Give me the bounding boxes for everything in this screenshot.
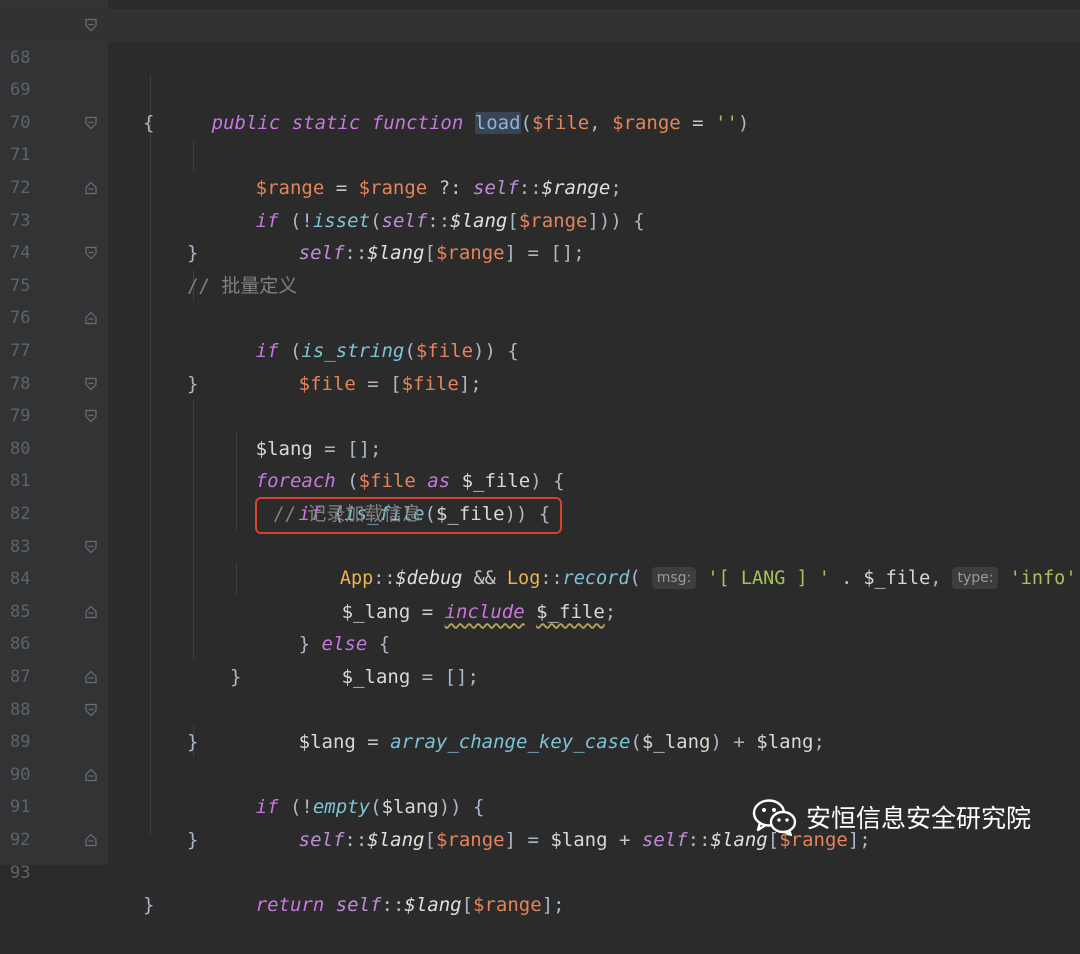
code-line[interactable]: 74 // 批量定义	[0, 205, 1080, 297]
line-number: 93	[10, 862, 31, 883]
code-line[interactable]: 72 self::$lang[$range] = [];	[0, 139, 1080, 264]
fold-open-icon[interactable]	[84, 18, 98, 32]
code-token: ];	[541, 894, 565, 917]
watermark-text: 安恒信息安全研究院	[806, 804, 1032, 833]
code-line[interactable]: 90 self::$lang[$range] = $lang + self::$…	[0, 726, 1080, 851]
fold-close-icon[interactable]	[84, 181, 98, 195]
code-line[interactable]: 70 $range = $range ?: self::$range;	[0, 74, 1080, 199]
fold-close-icon[interactable]	[84, 833, 98, 847]
fold-open-icon[interactable]	[84, 116, 98, 130]
code-line[interactable]: 87 $lang = array_change_key_case($_lang)…	[0, 628, 1080, 753]
highlight-box	[255, 497, 562, 534]
code-line[interactable]: 85 $_lang = [];	[0, 563, 1080, 688]
fold-close-icon[interactable]	[84, 670, 98, 684]
code-token: }	[143, 894, 155, 917]
fold-open-icon[interactable]	[84, 540, 98, 554]
code-line[interactable]: 77 }	[0, 302, 1080, 395]
code-line[interactable]: 68 public static function load($file, $r…	[0, 9, 1080, 134]
code-line[interactable]: 91 }	[0, 759, 1080, 851]
code-line[interactable]: 73 }	[0, 172, 1080, 264]
watermark: 安恒信息安全研究院	[752, 795, 1031, 839]
code-line[interactable]: 81 // 记录加载信息	[0, 433, 1080, 525]
fold-open-icon[interactable]	[84, 703, 98, 717]
fold-open-icon[interactable]	[84, 246, 98, 260]
code-token: self	[335, 894, 382, 917]
fold-close-icon[interactable]	[84, 605, 98, 619]
fold-open-icon[interactable]	[84, 377, 98, 391]
code-line[interactable]: 78 $lang = [];	[0, 335, 1080, 460]
fold-close-icon[interactable]	[84, 768, 98, 782]
code-token: $lang	[404, 894, 462, 917]
fold-close-icon[interactable]	[84, 311, 98, 325]
code-line[interactable]: 88 }	[0, 661, 1080, 753]
code-token: ::	[381, 894, 405, 917]
code-token: [	[461, 894, 474, 917]
code-line[interactable]: 79 foreach ($file as $_file) {	[0, 368, 1080, 492]
code-token: return	[255, 894, 325, 917]
code-line[interactable]: 71 if (!isset(self::$lang[$range])) {	[0, 107, 1080, 232]
code-editor[interactable]: 68 public static function load($file, $r…	[0, 0, 1080, 916]
code-token: $range	[473, 894, 542, 917]
wechat-icon	[752, 799, 797, 837]
code-line[interactable]: 69 {	[0, 42, 1080, 134]
code-line[interactable]: 84 } else {	[0, 531, 1080, 655]
code-line[interactable]: 76 $file = [$file];	[0, 270, 1080, 394]
code-line[interactable]: 75 if (is_string($file)) {	[0, 237, 1080, 362]
code-line[interactable]: 82 App::$debug && Log::record( msg: '[ L…	[0, 465, 1080, 590]
code-line[interactable]: 80 if (is_file($_file)) {	[0, 400, 1080, 525]
code-line[interactable]: 86 }	[0, 596, 1080, 688]
fold-open-icon[interactable]	[84, 409, 98, 423]
code-line[interactable]: 89 if (!empty($lang)) {	[0, 694, 1080, 818]
